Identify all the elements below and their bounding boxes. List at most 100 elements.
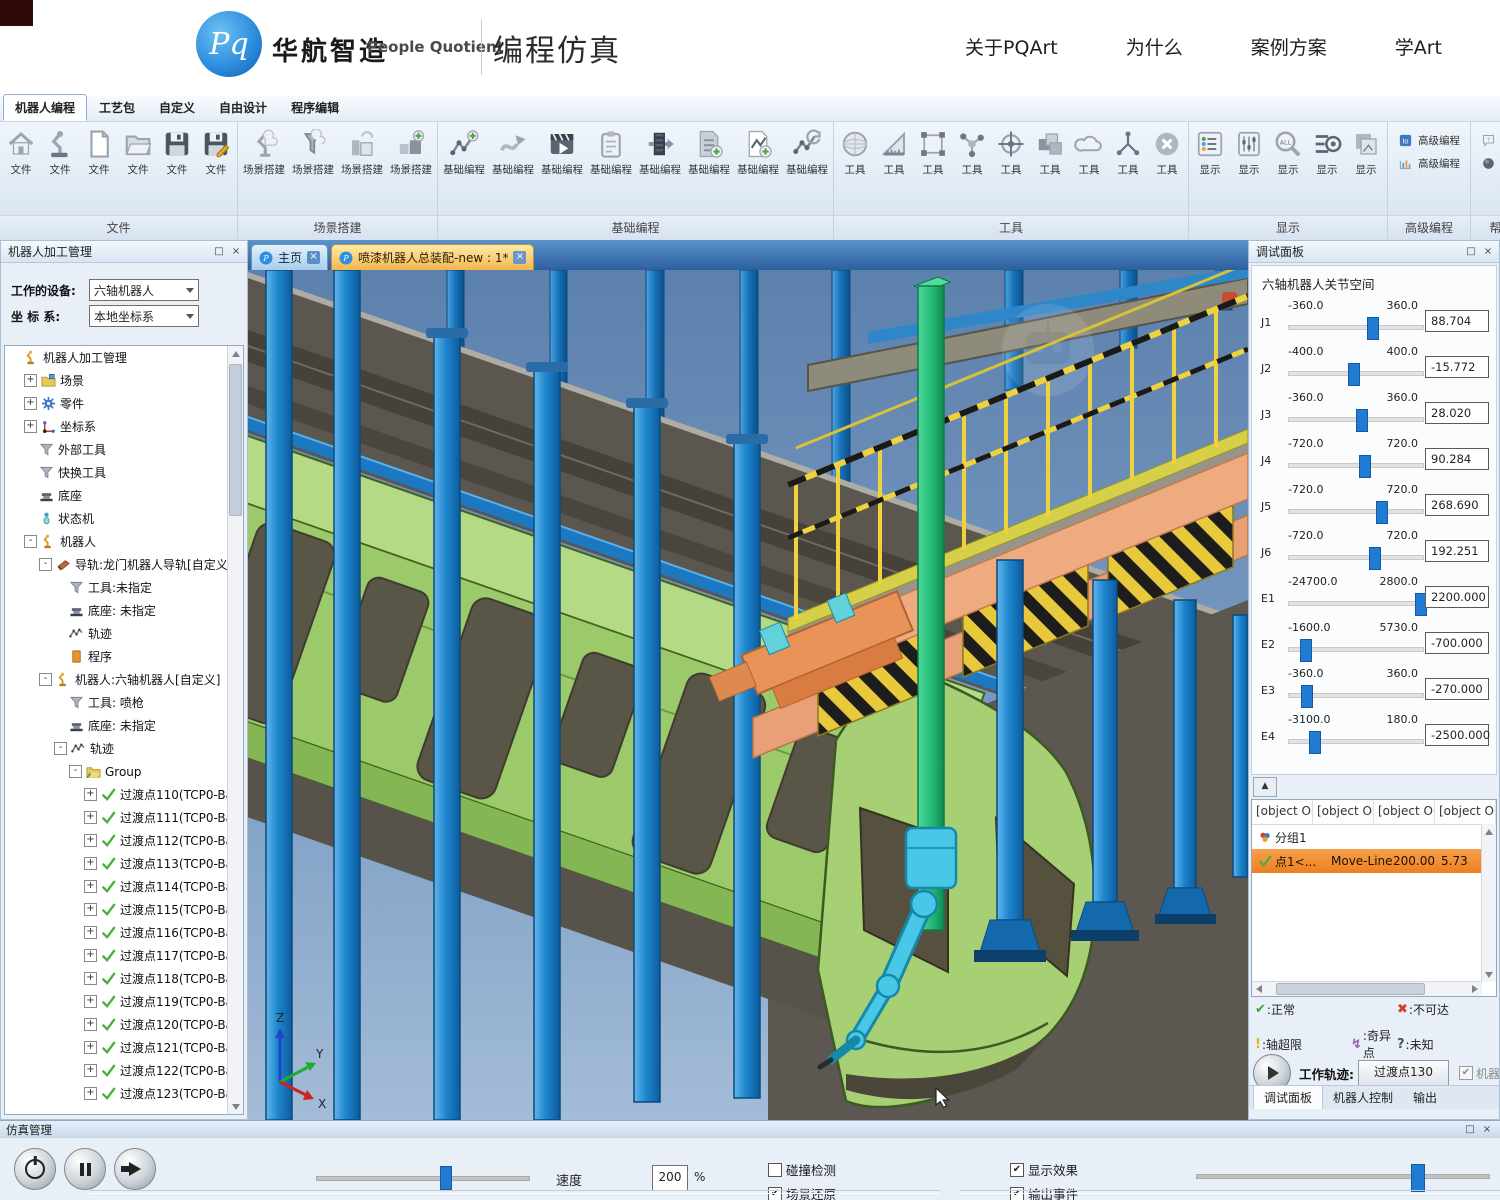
ribbon-button[interactable]: 场景搭建 — [338, 126, 386, 180]
pin-icon[interactable]: □ — [1464, 245, 1478, 259]
tree-item[interactable]: + 过渡点112(TCP0-Base) — [5, 829, 228, 852]
slider-handle[interactable] — [1309, 731, 1321, 754]
tree-item[interactable]: 快换工具 — [5, 461, 228, 484]
pause-button[interactable] — [64, 1148, 106, 1190]
joint-value-input[interactable]: 2200.000 — [1425, 586, 1489, 608]
nav-item[interactable]: 为什么 — [1126, 33, 1183, 60]
ribbon-tab[interactable]: 工艺包 — [87, 94, 147, 121]
robot-checkbox[interactable]: ✔机器人 — [1459, 1065, 1499, 1082]
panel-tab[interactable]: 机器人控制 — [1323, 1086, 1403, 1109]
tree-item[interactable]: + 过渡点113(TCP0-Base) — [5, 852, 228, 875]
joint-value-input[interactable]: 192.251 — [1425, 540, 1489, 562]
tree-item[interactable]: + 过渡点118(TCP0-Base) — [5, 967, 228, 990]
ribbon-button[interactable]: 文件 — [2, 126, 40, 180]
expander-icon[interactable]: - — [39, 558, 52, 571]
slider-handle[interactable] — [1356, 409, 1368, 432]
joint-slider[interactable] — [1288, 693, 1424, 698]
tree-item[interactable]: + 零件 — [5, 392, 228, 415]
tree-item[interactable]: - 机器人 — [5, 530, 228, 553]
speed-input[interactable]: 200 — [652, 1165, 688, 1191]
ribbon-button[interactable]: 高级编程 — [1396, 155, 1462, 172]
frame-select[interactable]: 本地坐标系 — [89, 305, 199, 327]
tab-close-icon[interactable]: × — [513, 251, 526, 264]
joint-value-input[interactable]: -270.000 — [1425, 678, 1489, 700]
tree-item[interactable]: + 过渡点121(TCP0-Base) — [5, 1036, 228, 1059]
expander-icon[interactable]: + — [84, 949, 97, 962]
ribbon-button[interactable]: 基础编程 — [538, 126, 586, 180]
tree-item[interactable]: 底座: 未指定 — [5, 599, 228, 622]
ribbon-button[interactable]: 基础编程 — [734, 126, 782, 180]
ribbon-tab[interactable]: 自由设计 — [207, 94, 279, 121]
pin-icon[interactable]: □ — [212, 245, 226, 259]
expander-icon[interactable]: + — [84, 903, 97, 916]
scene-3d[interactable]: Z Y X — [248, 270, 1248, 1120]
ribbon-button[interactable]: 显示 — [1347, 126, 1385, 180]
tree-item[interactable]: - Group — [5, 760, 228, 783]
group-row[interactable]: 分组1 — [1252, 825, 1496, 849]
expander-icon[interactable]: + — [84, 995, 97, 1008]
ribbon-button[interactable]: ALL 显示 — [1269, 126, 1307, 180]
tree-item[interactable]: + 过渡点114(TCP0-Base) — [5, 875, 228, 898]
ribbon-button[interactable]: 场景搭建 — [289, 126, 337, 180]
expander-icon[interactable]: + — [24, 374, 37, 387]
panel-tab[interactable]: 输出 — [1403, 1086, 1447, 1109]
expander-icon[interactable]: + — [84, 880, 97, 893]
scroll-up-icon[interactable] — [232, 351, 240, 357]
tree-item[interactable]: + 过渡点110(TCP0-Base) — [5, 783, 228, 806]
close-icon[interactable]: × — [1480, 1123, 1494, 1137]
tree-item[interactable]: 外部工具 — [5, 438, 228, 461]
tree-item[interactable]: + 过渡点111(TCP0-Base) — [5, 806, 228, 829]
tree-item[interactable]: + 过渡点123(TCP0-Base) — [5, 1082, 228, 1105]
expander-icon[interactable]: + — [84, 788, 97, 801]
panel-tab[interactable]: 调试面板 — [1253, 1085, 1323, 1109]
ribbon-button[interactable]: 显示 — [1230, 126, 1268, 180]
table-vscrollbar[interactable] — [1481, 824, 1496, 982]
expander-icon[interactable]: + — [84, 926, 97, 939]
joint-slider[interactable] — [1288, 417, 1424, 422]
expander-icon[interactable]: + — [24, 397, 37, 410]
joint-value-input[interactable]: 268.690 — [1425, 494, 1489, 516]
tree-item[interactable]: + 过渡点122(TCP0-Base) — [5, 1059, 228, 1082]
tree-item[interactable]: 底座: 未指定 — [5, 714, 228, 737]
expander-icon[interactable]: + — [84, 1064, 97, 1077]
expander-icon[interactable]: + — [84, 834, 97, 847]
ribbon-button[interactable]: ? 帮助 — [1479, 132, 1500, 149]
ribbon-button[interactable]: 文件 — [119, 126, 157, 180]
expander-icon[interactable]: + — [84, 857, 97, 870]
slider-handle[interactable] — [1348, 363, 1360, 386]
joint-slider[interactable] — [1288, 325, 1424, 330]
device-select[interactable]: 六轴机器人 — [89, 279, 199, 301]
joint-slider[interactable] — [1288, 371, 1424, 376]
tree-item[interactable]: + 过渡点119(TCP0-Base) — [5, 990, 228, 1013]
slider-handle[interactable] — [1300, 639, 1312, 662]
close-icon[interactable]: × — [1481, 245, 1495, 259]
joint-value-input[interactable]: 28.020 — [1425, 402, 1489, 424]
tree-scrollbar[interactable] — [227, 346, 243, 1114]
tree-item[interactable]: + 坐标系 — [5, 415, 228, 438]
tree-item[interactable]: + 过渡点117(TCP0-Base) — [5, 944, 228, 967]
speed-slider[interactable] — [316, 1166, 530, 1188]
ribbon-button[interactable]: 文件 — [197, 126, 235, 180]
expander-icon[interactable]: + — [84, 972, 97, 985]
ribbon-button[interactable]: 文件 — [80, 126, 118, 180]
ribbon-button[interactable]: 工具 — [1148, 126, 1186, 180]
work-track-point-button[interactable]: 过渡点130 — [1358, 1060, 1449, 1086]
ribbon-button[interactable]: 工具 — [836, 126, 874, 180]
expander-icon[interactable]: + — [84, 811, 97, 824]
ribbon-button[interactable]: 基础编程 — [489, 126, 537, 180]
pin-icon[interactable]: □ — [1463, 1123, 1477, 1137]
column-header[interactable]: [object Object] — [1435, 800, 1496, 824]
tree-item[interactable]: 轨迹 — [5, 622, 228, 645]
tree-item[interactable]: - 机器人:六轴机器人[自定义] — [5, 668, 228, 691]
ribbon-button[interactable]: 基础编程 — [685, 126, 733, 180]
tree-item[interactable]: + 过渡点115(TCP0-Base) — [5, 898, 228, 921]
tab-close-icon[interactable]: × — [307, 251, 320, 264]
expander-icon[interactable]: + — [24, 420, 37, 433]
sim-checkbox[interactable]: ✔显示效果 — [1010, 1160, 1078, 1179]
timeline-slider[interactable] — [1196, 1164, 1490, 1186]
expander-icon[interactable]: + — [84, 1041, 97, 1054]
ribbon-button[interactable]: 显示 — [1191, 126, 1229, 180]
ribbon-button[interactable]: 基础编程 — [440, 126, 488, 180]
sim-checkbox[interactable]: ✔碰撞检测 — [768, 1160, 836, 1179]
joint-value-input[interactable]: -700.000 — [1425, 632, 1489, 654]
